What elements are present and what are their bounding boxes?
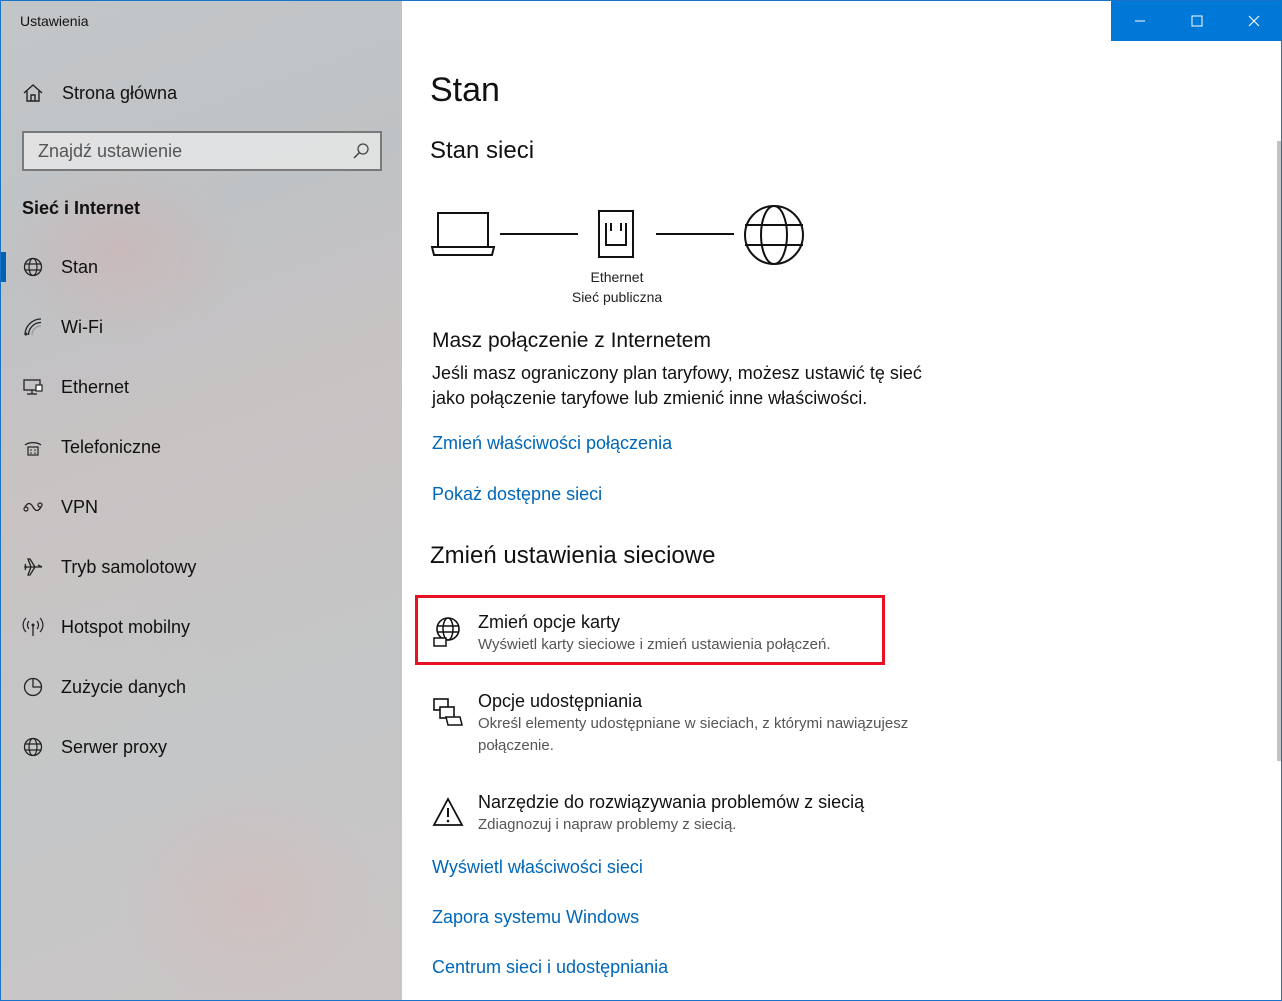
scrollbar[interactable]	[1277, 141, 1281, 761]
sidebar-item-label: Hotspot mobilny	[61, 616, 191, 637]
change-adapter-options[interactable]: Zmień opcje karty Wyświetl karty sieciow…	[432, 610, 948, 656]
change-connection-properties-link[interactable]: Zmień właściwości połączenia	[432, 433, 672, 454]
search-box[interactable]	[22, 131, 382, 171]
titlebar-buttons	[1111, 1, 1281, 41]
maximize-icon	[1191, 15, 1202, 27]
data-usage-icon	[23, 677, 43, 697]
connection-status-title: Masz połączenie z Internetem	[432, 329, 711, 352]
sidebar-item-wifi[interactable]: Wi-Fi	[1, 297, 402, 357]
sidebar-item-label: Tryb samolotowy	[61, 556, 197, 577]
sidebar-item-data-usage[interactable]: Zużycie danych	[1, 657, 402, 717]
sidebar-item-telefoniczne[interactable]: Telefoniczne	[1, 417, 402, 477]
network-type: Sieć publiczna	[571, 289, 663, 305]
sidebar-item-proxy[interactable]: Serwer proxy	[1, 717, 402, 777]
option-desc: Określ elementy udostępniane w sieciach,…	[478, 715, 909, 754]
sidebar-item-ethernet[interactable]: Ethernet	[1, 357, 402, 417]
close-icon	[1248, 15, 1259, 27]
ethernet-port-icon	[598, 210, 634, 258]
globe-icon	[23, 257, 43, 277]
main-content: Stan Stan sieci Ethernet Sieć publiczna	[402, 1, 1281, 1000]
minimize-icon	[1134, 20, 1145, 22]
warning-icon	[432, 797, 464, 826]
settings-window: Ustawienia Strona główna Sieć i Internet	[0, 0, 1282, 1001]
option-title: Narzędzie do rozwiązywania problemów z s…	[478, 792, 865, 812]
sidebar-item-stan[interactable]: Stan	[1, 237, 402, 297]
maximize-button[interactable]	[1168, 1, 1225, 41]
option-desc: Wyświetl karty sieciowe i zmień ustawien…	[478, 636, 831, 653]
sidebar-nav: Stan Wi-Fi Ethernet Telefoniczne VPN Try…	[1, 237, 402, 777]
adapter-globe-icon	[433, 617, 460, 647]
laptop-icon	[430, 212, 496, 256]
sidebar-section-title: Sieć i Internet	[22, 198, 141, 218]
windows-firewall-link[interactable]: Zapora systemu Windows	[432, 907, 639, 928]
globe-icon	[23, 737, 43, 757]
view-network-properties-link[interactable]: Wyświetl właściwości sieci	[432, 857, 643, 878]
connection-status-desc: Jeśli masz ograniczony plan taryfowy, mo…	[432, 363, 922, 408]
network-status-heading: Stan sieci	[430, 137, 535, 164]
page-title: Stan	[430, 71, 500, 109]
network-troubleshooter[interactable]: Narzędzie do rozwiązywania problemów z s…	[432, 790, 948, 836]
sidebar-item-label: Serwer proxy	[61, 736, 168, 757]
network-label: Ethernet Sieć publiczna	[552, 267, 682, 307]
sharing-options[interactable]: Opcje udostępniania Określ elementy udos…	[432, 689, 948, 757]
sidebar-item-label: Zużycie danych	[61, 676, 187, 697]
home-nav-item[interactable]: Strona główna	[22, 81, 177, 105]
sidebar-item-label: VPN	[61, 496, 99, 517]
show-available-networks-link[interactable]: Pokaż dostępne sieci	[432, 484, 602, 505]
sidebar-item-label: Stan	[61, 256, 99, 277]
home-icon	[23, 84, 43, 102]
search-input[interactable]	[38, 140, 338, 162]
hotspot-icon	[22, 617, 44, 636]
sidebar-item-vpn[interactable]: VPN	[1, 477, 402, 537]
sharing-icon	[433, 698, 463, 726]
sidebar-item-hotspot[interactable]: Hotspot mobilny	[1, 597, 402, 657]
airplane-icon	[24, 558, 43, 576]
wifi-icon	[24, 318, 42, 336]
globe-icon	[744, 205, 804, 265]
option-title: Zmień opcje karty	[478, 612, 621, 632]
app-title: Ustawienia	[20, 13, 89, 29]
ethernet-icon	[23, 379, 43, 395]
vpn-icon	[23, 502, 43, 512]
search-icon[interactable]	[352, 142, 370, 160]
sidebar: Ustawienia Strona główna Sieć i Internet	[1, 1, 402, 1000]
minimize-button[interactable]	[1111, 1, 1168, 41]
home-label: Strona główna	[62, 82, 178, 103]
option-desc: Zdiagnozuj i napraw problemy z siecią.	[478, 816, 737, 833]
option-title: Opcje udostępniania	[478, 691, 643, 711]
sidebar-item-label: Wi-Fi	[61, 316, 103, 337]
close-button[interactable]	[1225, 1, 1281, 41]
sidebar-item-label: Telefoniczne	[61, 436, 162, 457]
dialup-icon	[24, 441, 42, 456]
network-sharing-center-link[interactable]: Centrum sieci i udostępniania	[432, 957, 668, 978]
sidebar-item-label: Ethernet	[61, 376, 130, 397]
sidebar-item-airplane[interactable]: Tryb samolotowy	[1, 537, 402, 597]
change-network-settings-heading: Zmień ustawienia sieciowe	[430, 542, 716, 569]
network-name: Ethernet	[590, 269, 644, 285]
